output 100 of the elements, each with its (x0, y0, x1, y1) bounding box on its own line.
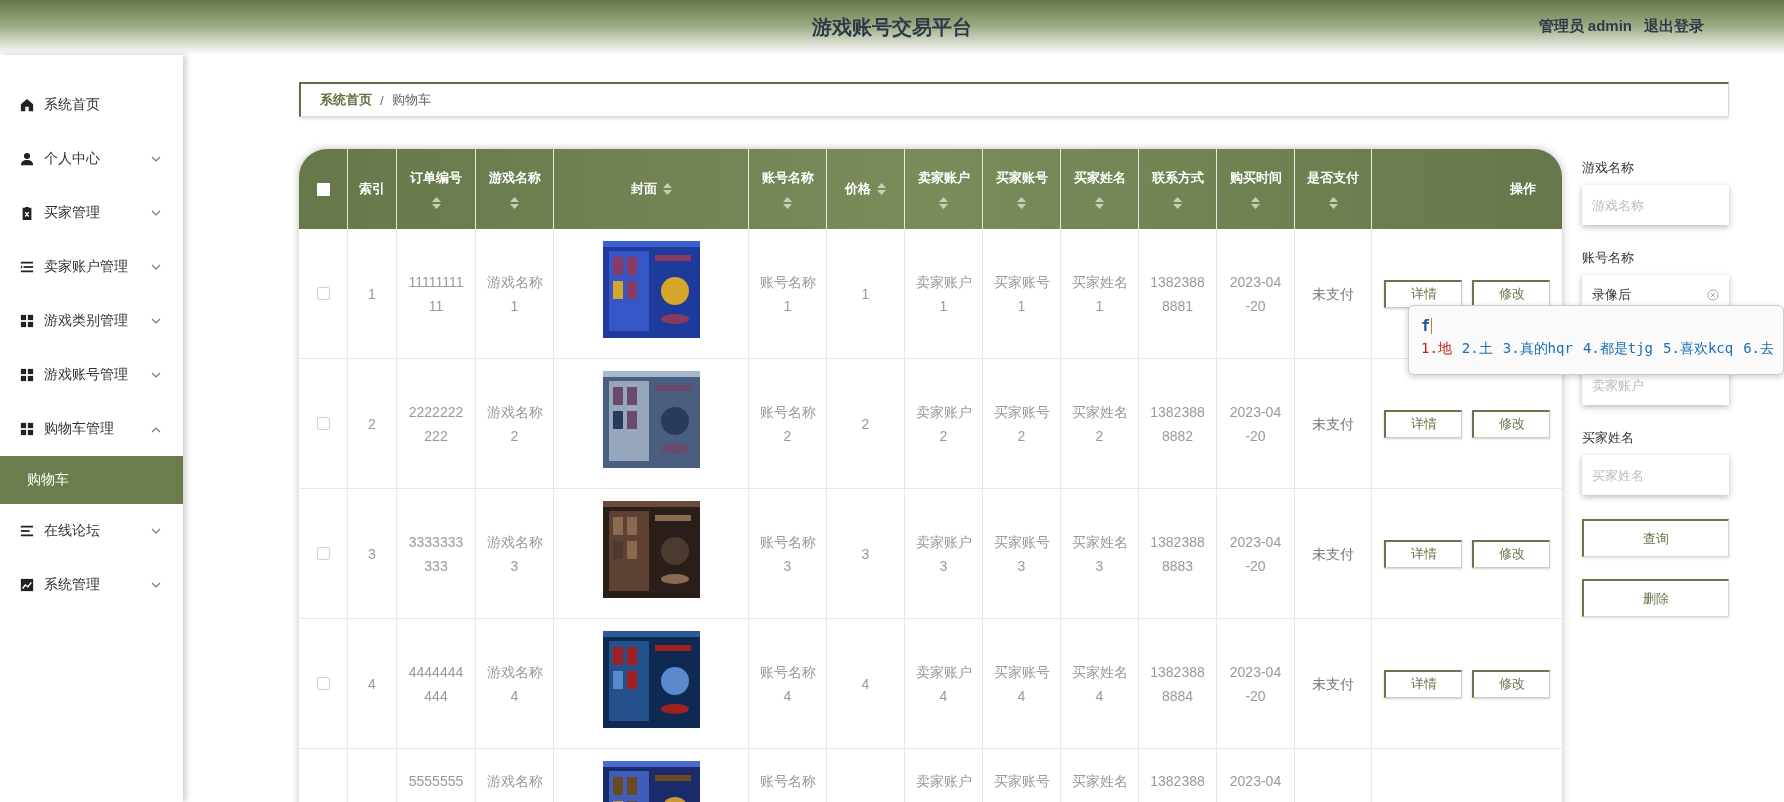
row-checkbox[interactable] (316, 547, 330, 560)
price-cell-text: 1 (860, 284, 871, 304)
clipboard-icon (20, 206, 34, 220)
breadcrumb-link[interactable]: 系统首页 (320, 91, 372, 109)
ime-candidate[interactable]: 3.真的hqr (1502, 340, 1573, 358)
order-number-cell-text: 3333333333 (408, 532, 464, 576)
payment-status-cell-text: 未支付 (1312, 544, 1354, 564)
row-checkbox[interactable] (316, 417, 330, 430)
column-header[interactable]: 购买时间 (1229, 169, 1282, 187)
grid-icon (20, 314, 34, 328)
field-label: 买家姓名 (1582, 429, 1635, 447)
account-name-cell-text: 账号名称 (759, 772, 816, 791)
details-button[interactable]: 详情 (1384, 409, 1462, 438)
search-field[interactable]: 游戏名称 (1582, 185, 1729, 225)
index-cell-text: 3 (367, 544, 377, 564)
buyer-name-cell-text: 买家姓名2 (1071, 402, 1128, 446)
details-button[interactable]: 详情 (1384, 279, 1462, 308)
column-header[interactable]: 游戏名称 (488, 169, 541, 187)
query-button[interactable]: 查询 (1582, 519, 1729, 557)
column-header[interactable]: 封面 (630, 180, 657, 198)
game-name-cell-text: 游戏名称2 (486, 402, 543, 446)
chart-icon (20, 578, 34, 592)
edit-button[interactable]: 修改 (1472, 669, 1550, 698)
buyer-account-cell-text: 买家账号1 (993, 272, 1050, 316)
phone-cell-text: 13823888881 (1149, 272, 1206, 316)
game-name-cell-text: 游戏名称 (486, 772, 543, 791)
column-header[interactable]: 账号名称 (761, 169, 814, 187)
details-button[interactable]: 详情 (1384, 539, 1462, 568)
order-number-cell-text: 4444444444 (408, 662, 464, 706)
column-header[interactable]: 买家账号 (995, 169, 1048, 187)
column-header[interactable]: 卖家账户 (917, 169, 970, 187)
game-name-cell-text: 游戏名称4 (486, 662, 543, 706)
ime-candidate[interactable]: 4.都是tjg (1582, 340, 1654, 358)
column-header[interactable]: 订单编号 (410, 169, 462, 187)
ime-candidate[interactable]: 2.土 (1461, 340, 1493, 358)
buyer-account-cell-text: 买家账号 (993, 772, 1050, 791)
seller-account-cell-text: 卖家账户2 (915, 402, 972, 446)
account-name-cell-text: 账号名称3 (759, 532, 816, 576)
buyer-name-cell-text: 买家姓名1 (1071, 272, 1128, 316)
sidebar-item[interactable]: 卖家账户管理 (0, 240, 183, 294)
app-title: 游戏账号交易平台 (812, 16, 972, 38)
phone-cell-text: 1382388 (1149, 772, 1206, 791)
logout-link[interactable]: 退出登录 (1644, 17, 1704, 36)
buyer-name-cell-text: 买家姓名3 (1071, 532, 1128, 576)
index-cell-text: 2 (367, 414, 377, 434)
row-checkbox[interactable] (316, 287, 330, 300)
sidebar-item[interactable]: 在线论坛 (0, 504, 183, 558)
price-cell-text: 3 (860, 544, 871, 564)
seller-account-cell-text: 卖家账户4 (915, 662, 972, 706)
search-field[interactable]: 买家姓名 (1582, 455, 1729, 495)
ime-candidate[interactable]: 5.喜欢kcq (1663, 340, 1734, 358)
delete-button[interactable]: 删除 (1582, 579, 1729, 617)
breadcrumb-current: 购物车 (391, 91, 431, 109)
price-cell-text: 2 (860, 414, 871, 434)
field-label: 游戏名称 (1582, 159, 1635, 177)
column-header[interactable]: 买家姓名 (1073, 169, 1126, 187)
row-checkbox[interactable] (316, 677, 330, 690)
breadcrumb-separator: / (380, 92, 384, 108)
admin-user-label: 管理员 admin (1538, 17, 1632, 36)
payment-status-cell-text: 未支付 (1312, 284, 1354, 304)
sidebar-item[interactable]: 购物车管理 (0, 402, 183, 456)
edit-button[interactable]: 修改 (1472, 409, 1550, 438)
sidebar-item[interactable]: 游戏类别管理 (0, 294, 183, 348)
sidebar-item[interactable]: 游戏账号管理 (0, 348, 183, 402)
order-number-cell-text: 1111111111 (408, 272, 464, 316)
grid-icon (20, 368, 34, 382)
purchase-time-cell-text: 2023-04 (1228, 772, 1283, 791)
index-cell-text: 1 (367, 284, 377, 304)
payment-status-cell-text: 未支付 (1312, 674, 1354, 694)
seller-account-cell-text: 卖家账户1 (915, 272, 972, 316)
select-all-checkbox[interactable] (316, 182, 330, 196)
purchase-time-cell-text: 2023-04-20 (1228, 662, 1283, 706)
buyer-account-cell-text: 买家账号3 (993, 532, 1050, 576)
details-button[interactable]: 详情 (1384, 669, 1462, 698)
home-icon (20, 98, 34, 112)
buyer-account-cell-text: 买家账号4 (993, 662, 1050, 706)
column-header[interactable]: 是否支付 (1307, 169, 1359, 187)
column-header[interactable]: 价格 (845, 180, 871, 198)
phone-cell-text: 13823888884 (1149, 662, 1206, 706)
account-name-cell-text: 账号名称1 (759, 272, 816, 316)
account-name-cell-text: 账号名称4 (759, 662, 816, 706)
sidebar-item[interactable]: 系统管理 (0, 558, 183, 612)
column-header: 索引 (359, 180, 385, 198)
sidebar-item[interactable]: 买家管理 (0, 186, 183, 240)
account-name-cell-text: 账号名称2 (759, 402, 816, 446)
phone-cell-text: 13823888883 (1149, 532, 1206, 576)
sidebar-subitem[interactable]: 购物车 (0, 456, 183, 504)
ime-candidate[interactable]: 6.去 (1743, 340, 1775, 358)
ime-candidate[interactable]: 1.地 (1421, 340, 1452, 358)
purchase-time-cell-text: 2023-04-20 (1228, 402, 1283, 446)
price-cell-text: 4 (860, 674, 871, 694)
column-header[interactable]: 联系方式 (1151, 169, 1204, 187)
payment-status-cell-text: 未支付 (1312, 414, 1354, 434)
buyer-name-cell-text: 买家姓名 (1071, 772, 1128, 791)
ime-composition: f (1421, 312, 1773, 340)
sidebar-item[interactable]: 系统首页 (0, 78, 183, 132)
edit-button[interactable]: 修改 (1472, 279, 1550, 308)
edit-button[interactable]: 修改 (1472, 539, 1550, 568)
sidebar-item[interactable]: 个人中心 (0, 132, 183, 186)
seller-account-cell-text: 卖家账户 (915, 772, 972, 791)
